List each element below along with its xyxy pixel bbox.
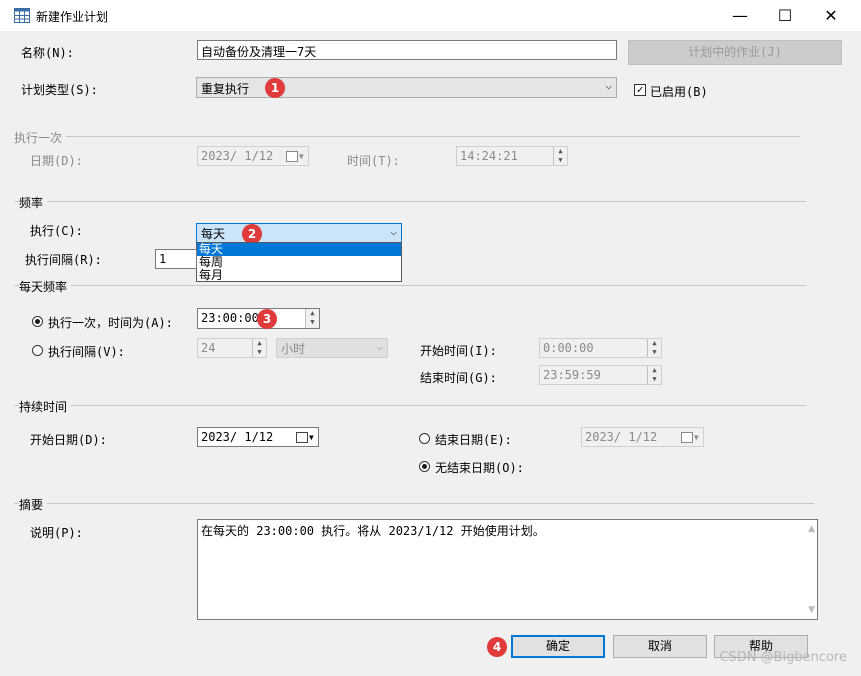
spinner-icon[interactable]: ▲ ▼	[305, 309, 319, 328]
occurs-value: 每天	[201, 227, 226, 241]
calendar-dropdown-icon[interactable]: ▾	[295, 430, 315, 444]
window-title: 新建作业计划	[36, 10, 109, 24]
close-button[interactable]: ✕	[808, 0, 854, 31]
once-time-value: 23:00:00	[201, 311, 259, 325]
start-date-label: 开始日期(D):	[30, 433, 107, 447]
annotation-badge-4: 4	[487, 637, 507, 657]
end-date-value: 2023/ 1/12	[585, 430, 658, 444]
calendar-dropdown-icon: ▾	[285, 149, 305, 163]
one-time-time-label: 时间(T):	[347, 154, 400, 168]
checkmark-icon: ✓	[636, 83, 644, 96]
end-time-label: 结束时间(G):	[420, 371, 497, 385]
spinner-icon[interactable]: ▲ ▼	[252, 339, 266, 357]
cancel-button[interactable]: 取消	[613, 635, 707, 658]
enabled-label: 已启用(B)	[650, 85, 708, 99]
occurs-option-daily[interactable]: 每天	[197, 243, 401, 256]
chevron-down-icon: ⌵	[605, 79, 612, 92]
jobs-in-schedule-button[interactable]: 计划中的作业(J)	[628, 40, 842, 65]
scroll-up-icon[interactable]: ▲	[808, 524, 815, 534]
occurs-dropdown-list: 每天 每周 每月	[196, 242, 402, 282]
end-date-picker[interactable]: 2023/ 1/12 ▾	[581, 427, 704, 447]
maximize-button[interactable]: ☐	[762, 0, 808, 31]
spinner-icon[interactable]: ▲ ▼	[553, 147, 567, 165]
every-label: 执行间隔(V):	[48, 345, 125, 359]
schedule-type-value: 重复执行	[201, 82, 250, 96]
watermark: CSDN @Bigbencore	[719, 650, 847, 665]
calendar-app-icon	[14, 8, 30, 23]
end-time-input[interactable]: 23:59:59 ▲ ▼	[539, 365, 662, 385]
calendar-dropdown-icon: ▾	[680, 430, 700, 444]
no-end-date-label: 无结束日期(O):	[435, 461, 524, 475]
minimize-button[interactable]: —	[717, 0, 763, 31]
start-time-label: 开始时间(I):	[420, 344, 497, 358]
frequency-group-title: 频率	[19, 194, 48, 211]
duration-group-line	[14, 405, 806, 406]
one-time-group-line	[14, 136, 800, 137]
occurs-select[interactable]: 每天 ⌵	[196, 223, 402, 243]
enabled-checkbox[interactable]: ✓	[634, 84, 646, 96]
name-input[interactable]: 自动备份及清理一7天	[197, 40, 617, 60]
one-time-time-input[interactable]: 14:24:21 ▲ ▼	[456, 146, 568, 166]
annotation-badge-1: 1	[265, 78, 285, 98]
interval-input[interactable]: 1	[155, 249, 197, 269]
start-date-value: 2023/ 1/12	[201, 430, 274, 444]
occurs-option-monthly[interactable]: 每月	[197, 269, 401, 282]
daily-group-line	[14, 285, 806, 286]
description-text: 在每天的 23:00:00 执行。将从 2023/1/12 开始使用计划。	[201, 524, 545, 538]
one-time-date-label: 日期(D):	[30, 154, 83, 168]
every-value: 24	[201, 341, 216, 355]
end-date-label: 结束日期(E):	[435, 433, 512, 447]
end-time-value: 23:59:59	[543, 368, 601, 382]
one-time-time-value: 14:24:21	[460, 149, 518, 163]
chevron-down-icon: ⌵	[376, 340, 383, 353]
every-unit-select[interactable]: 小时 ⌵	[276, 338, 388, 358]
start-time-input[interactable]: 0:00:00 ▲ ▼	[539, 338, 662, 358]
spinner-icon[interactable]: ▲ ▼	[647, 366, 661, 384]
start-date-picker[interactable]: 2023/ 1/12 ▾	[197, 427, 319, 447]
every-radio[interactable]	[32, 345, 43, 356]
occurs-option-weekly[interactable]: 每周	[197, 256, 401, 269]
daily-group-title: 每天频率	[19, 278, 72, 295]
start-time-value: 0:00:00	[543, 341, 594, 355]
one-time-date-picker[interactable]: 2023/ 1/12 ▾	[197, 146, 309, 166]
schedule-type-select[interactable]: 重复执行 ⌵	[196, 77, 617, 98]
description-label: 说明(P):	[30, 526, 83, 540]
summary-group-title: 摘要	[19, 496, 48, 513]
once-radio[interactable]	[32, 316, 43, 327]
chevron-down-icon: ⌵	[390, 225, 397, 238]
name-label: 名称(N):	[21, 46, 74, 60]
schedule-type-label: 计划类型(S):	[21, 83, 98, 97]
scroll-down-icon[interactable]: ▼	[808, 605, 815, 615]
annotation-badge-3: 3	[257, 309, 277, 329]
one-time-group-title: 执行一次	[14, 129, 67, 146]
summary-group-line	[14, 503, 814, 504]
no-end-date-radio[interactable]	[419, 461, 430, 472]
ok-button[interactable]: 确定	[511, 635, 605, 658]
frequency-group-line	[14, 201, 806, 202]
every-value-input[interactable]: 24 ▲ ▼	[197, 338, 267, 358]
interval-label: 执行间隔(R):	[25, 253, 102, 267]
one-time-date-value: 2023/ 1/12	[201, 149, 274, 163]
duration-group-title: 持续时间	[19, 398, 72, 415]
once-label: 执行一次，时间为(A):	[48, 316, 173, 330]
end-date-radio[interactable]	[419, 433, 430, 444]
every-unit-value: 小时	[281, 342, 306, 356]
occurs-label: 执行(C):	[30, 224, 83, 238]
spinner-icon[interactable]: ▲ ▼	[647, 339, 661, 357]
title-bar: 新建作业计划 — ☐ ✕	[0, 0, 861, 31]
description-textarea[interactable]: 在每天的 23:00:00 执行。将从 2023/1/12 开始使用计划。 ▲ …	[197, 519, 818, 620]
annotation-badge-2: 2	[242, 224, 262, 244]
